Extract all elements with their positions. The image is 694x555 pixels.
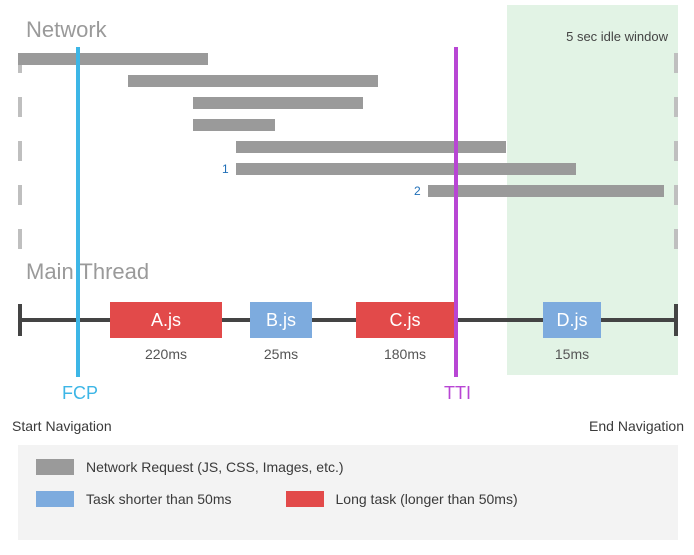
legend-text: Task shorter than 50ms [86, 491, 232, 507]
guide-dash [674, 141, 678, 161]
guide-dash [18, 97, 22, 117]
tti-line [454, 47, 458, 377]
network-request-bar [128, 75, 378, 87]
fcp-line [76, 47, 80, 377]
task-duration-label: 180ms [356, 346, 454, 362]
legend-swatch-blue [36, 491, 74, 507]
task-duration-label: 220ms [110, 346, 222, 362]
guide-dash [674, 97, 678, 117]
legend-text: Network Request (JS, CSS, Images, etc.) [86, 459, 344, 475]
task-block: D.js [543, 302, 601, 338]
legend-text: Long task (longer than 50ms) [336, 491, 518, 507]
task-block: C.js [356, 302, 454, 338]
network-request-bar [18, 53, 208, 65]
guide-dash [674, 229, 678, 249]
main-thread-section-label: Main Thread [26, 259, 149, 285]
task-block: A.js [110, 302, 222, 338]
task-duration-label: 25ms [250, 346, 312, 362]
legend-swatch-red [286, 491, 324, 507]
end-navigation-label: End Navigation [589, 418, 684, 434]
network-request-bar [193, 119, 275, 131]
guide-dash [18, 229, 22, 249]
legend: Network Request (JS, CSS, Images, etc.) … [18, 445, 678, 540]
start-navigation-label: Start Navigation [12, 418, 112, 434]
guide-dash [674, 53, 678, 73]
legend-swatch-gray [36, 459, 74, 475]
legend-long-task: Long task (longer than 50ms) [286, 491, 518, 507]
legend-network-request: Network Request (JS, CSS, Images, etc.) [36, 459, 344, 475]
guide-dash [674, 185, 678, 205]
task-duration-label: 15ms [543, 346, 601, 362]
network-request-bar [193, 97, 363, 109]
axis-start-tick [18, 304, 22, 336]
tti-diagram: 5 sec idle window Network Main Thread 1 2… [18, 5, 678, 440]
network-bar-number: 1 [222, 162, 229, 176]
axis-end-tick [674, 304, 678, 336]
task-block: B.js [250, 302, 312, 338]
guide-dash [18, 141, 22, 161]
network-request-bar [236, 163, 576, 175]
idle-window-label: 5 sec idle window [566, 29, 668, 44]
legend-short-task: Task shorter than 50ms [36, 491, 232, 507]
network-request-bar [236, 141, 506, 153]
network-bar-number: 2 [414, 184, 421, 198]
network-section-label: Network [26, 17, 107, 43]
fcp-label: FCP [62, 383, 98, 404]
guide-dash [18, 185, 22, 205]
tti-label: TTI [444, 383, 471, 404]
network-request-bar [428, 185, 664, 197]
